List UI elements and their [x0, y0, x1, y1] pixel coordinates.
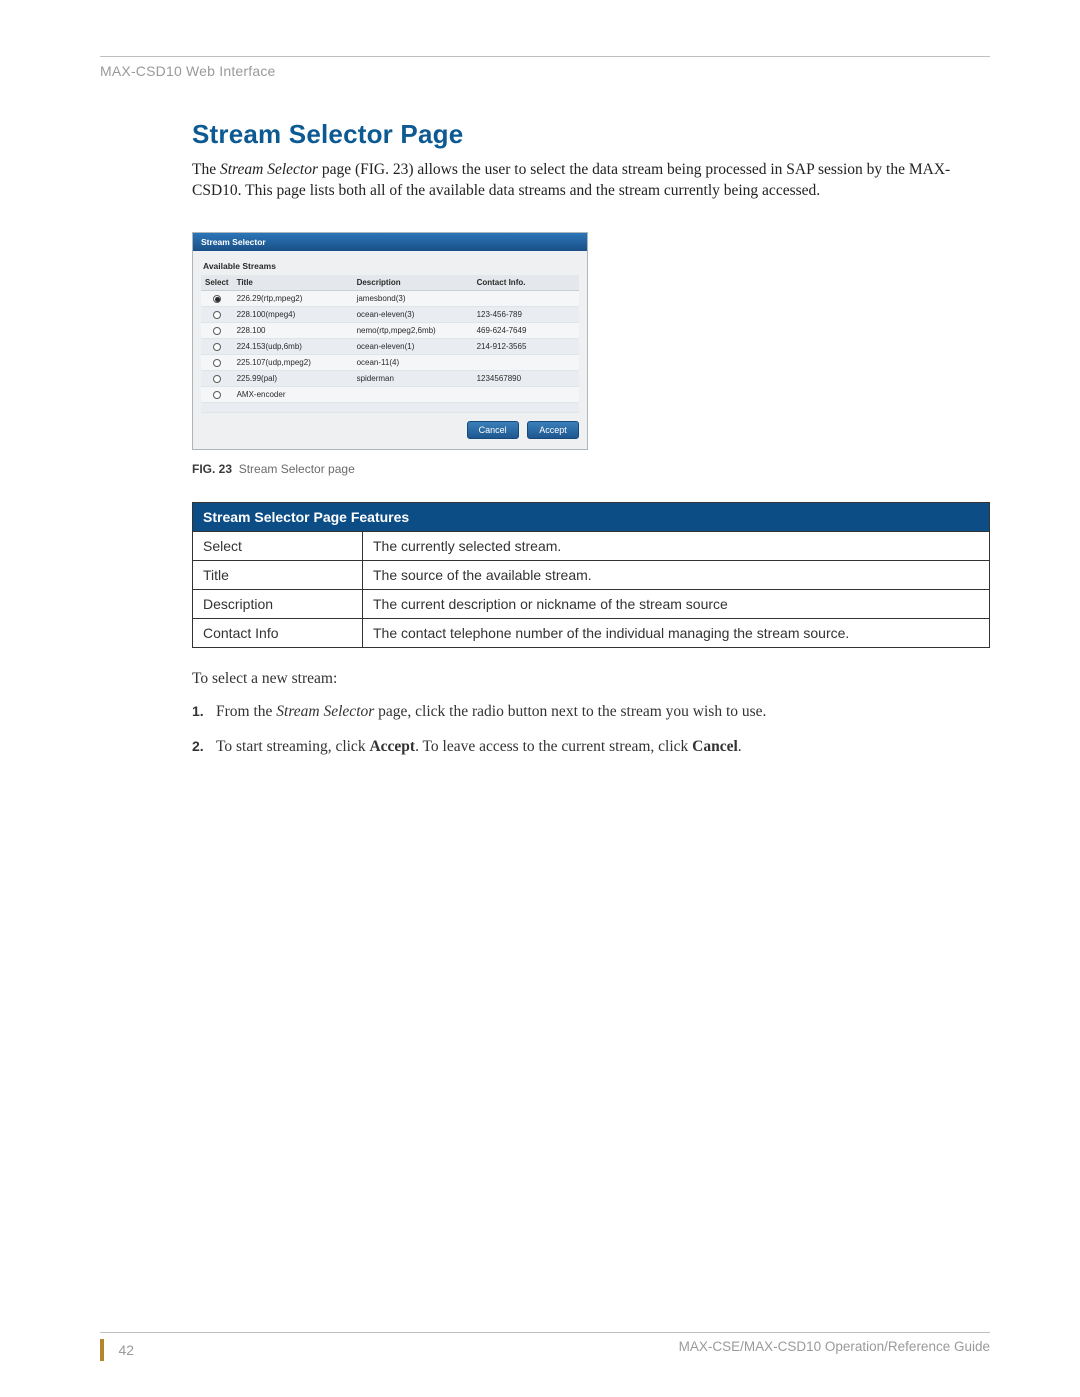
cell-desc: jamesbond(3)	[353, 290, 473, 306]
cell-title: 224.153(udp,6mb)	[233, 338, 353, 354]
figure-number: FIG. 23	[192, 462, 232, 476]
cell-contact: 1234567890	[473, 370, 579, 386]
cell-desc: ocean-eleven(3)	[353, 306, 473, 322]
cell-desc: ocean-eleven(1)	[353, 338, 473, 354]
steps-list: 1. From the Stream Selector page, click …	[192, 702, 990, 758]
cell-title: 226.29(rtp,mpeg2)	[233, 290, 353, 306]
top-rule	[100, 56, 990, 57]
col-description: Description	[353, 275, 473, 291]
step-bold: Accept	[369, 738, 415, 755]
cancel-button[interactable]: Cancel	[467, 421, 519, 439]
table-row: AMX-encoder	[201, 386, 579, 402]
step-mid: . To leave access to the current stream,…	[415, 738, 692, 755]
accept-button[interactable]: Accept	[527, 421, 579, 439]
stream-radio[interactable]	[201, 386, 233, 402]
cell-contact: 469-624-7649	[473, 322, 579, 338]
table-row: Contact Info The contact telephone numbe…	[193, 618, 990, 647]
step-item: 1. From the Stream Selector page, click …	[192, 702, 990, 723]
page-number: 42	[118, 1342, 134, 1358]
cell-contact	[473, 290, 579, 306]
feature-desc: The currently selected stream.	[363, 531, 990, 560]
table-row: Title The source of the available stream…	[193, 560, 990, 589]
content-area: Stream Selector Page The Stream Selector…	[100, 119, 990, 758]
col-title: Title	[233, 275, 353, 291]
cell-title: AMX-encoder	[233, 386, 353, 402]
screenshot-panel: Stream Selector Available Streams Select…	[192, 232, 588, 450]
footer-guide: MAX-CSE/MAX-CSD10 Operation/Reference Gu…	[679, 1339, 990, 1354]
feature-name: Select	[193, 531, 363, 560]
lead-text: To select a new stream:	[192, 670, 990, 688]
figure-text: Stream Selector page	[239, 462, 355, 476]
stream-radio[interactable]	[201, 338, 233, 354]
cell-desc: spiderman	[353, 370, 473, 386]
cell-title: 228.100(mpeg4)	[233, 306, 353, 322]
stream-radio[interactable]	[201, 322, 233, 338]
streams-table: Select Title Description Contact Info. 2…	[201, 275, 579, 413]
screenshot-body: Available Streams Select Title Descripti…	[193, 251, 587, 449]
cell-contact	[473, 386, 579, 402]
table-row: 225.99(pal) spiderman 1234567890	[201, 370, 579, 386]
feature-name: Contact Info	[193, 618, 363, 647]
cell-title: 225.107(udp,mpeg2)	[233, 354, 353, 370]
screenshot-buttons: Cancel Accept	[201, 413, 579, 439]
radio-icon	[213, 295, 221, 303]
step-pre: To start streaming, click	[216, 738, 369, 755]
radio-icon	[213, 375, 221, 383]
step-number: 2.	[192, 737, 204, 756]
table-row: 225.107(udp,mpeg2) ocean-11(4)	[201, 354, 579, 370]
screenshot-subheading: Available Streams	[201, 257, 579, 275]
col-contact: Contact Info.	[473, 275, 579, 291]
table-row: 224.153(udp,6mb) ocean-eleven(1) 214-912…	[201, 338, 579, 354]
table-row: 228.100 nemo(rtp,mpeg2,6mb) 469-624-7649	[201, 322, 579, 338]
feature-desc: The source of the available stream.	[363, 560, 990, 589]
feature-name: Description	[193, 589, 363, 618]
cell-desc: ocean-11(4)	[353, 354, 473, 370]
table-row: 226.29(rtp,mpeg2) jamesbond(3)	[201, 290, 579, 306]
radio-icon	[213, 343, 221, 351]
stream-radio[interactable]	[201, 370, 233, 386]
table-row	[201, 402, 579, 412]
document-page: MAX-CSD10 Web Interface Stream Selector …	[0, 0, 1080, 1397]
stream-radio[interactable]	[201, 290, 233, 306]
intro-pre: The	[192, 161, 220, 178]
step-post: .	[738, 738, 742, 755]
step-post: page, click the radio button next to the…	[374, 703, 766, 720]
figure-caption: FIG. 23 Stream Selector page	[192, 462, 990, 476]
radio-icon	[213, 359, 221, 367]
cell-title: 225.99(pal)	[233, 370, 353, 386]
footer-side-mark	[100, 1339, 104, 1361]
cell-title: 228.100	[233, 322, 353, 338]
cell-contact	[473, 354, 579, 370]
step-pre: From the	[216, 703, 276, 720]
radio-icon	[213, 327, 221, 335]
features-table: Stream Selector Page Features Select The…	[192, 502, 990, 648]
table-row: 228.100(mpeg4) ocean-eleven(3) 123-456-7…	[201, 306, 579, 322]
feature-desc: The current description or nickname of t…	[363, 589, 990, 618]
feature-desc: The contact telephone number of the indi…	[363, 618, 990, 647]
cell-desc: nemo(rtp,mpeg2,6mb)	[353, 322, 473, 338]
step-number: 1.	[192, 702, 204, 721]
table-row: Description The current description or n…	[193, 589, 990, 618]
feature-name: Title	[193, 560, 363, 589]
cell-desc	[353, 386, 473, 402]
footer-rule	[100, 1332, 990, 1333]
radio-icon	[213, 311, 221, 319]
step-item: 2. To start streaming, click Accept. To …	[192, 737, 990, 758]
step-em: Stream Selector	[276, 703, 374, 720]
intro-paragraph: The Stream Selector page (FIG. 23) allow…	[192, 160, 990, 202]
col-select: Select	[201, 275, 233, 291]
screenshot-titlebar: Stream Selector	[193, 233, 587, 251]
step-bold: Cancel	[692, 738, 738, 755]
stream-radio[interactable]	[201, 306, 233, 322]
cell-contact: 214-912-3565	[473, 338, 579, 354]
table-row: Select The currently selected stream.	[193, 531, 990, 560]
page-title: Stream Selector Page	[192, 119, 990, 150]
radio-icon	[213, 391, 221, 399]
stream-radio[interactable]	[201, 354, 233, 370]
section-header: MAX-CSD10 Web Interface	[100, 63, 990, 79]
features-heading: Stream Selector Page Features	[193, 502, 990, 531]
cell-contact: 123-456-789	[473, 306, 579, 322]
page-footer: 42 MAX-CSE/MAX-CSD10 Operation/Reference…	[100, 1332, 990, 1361]
intro-em: Stream Selector	[220, 161, 318, 178]
